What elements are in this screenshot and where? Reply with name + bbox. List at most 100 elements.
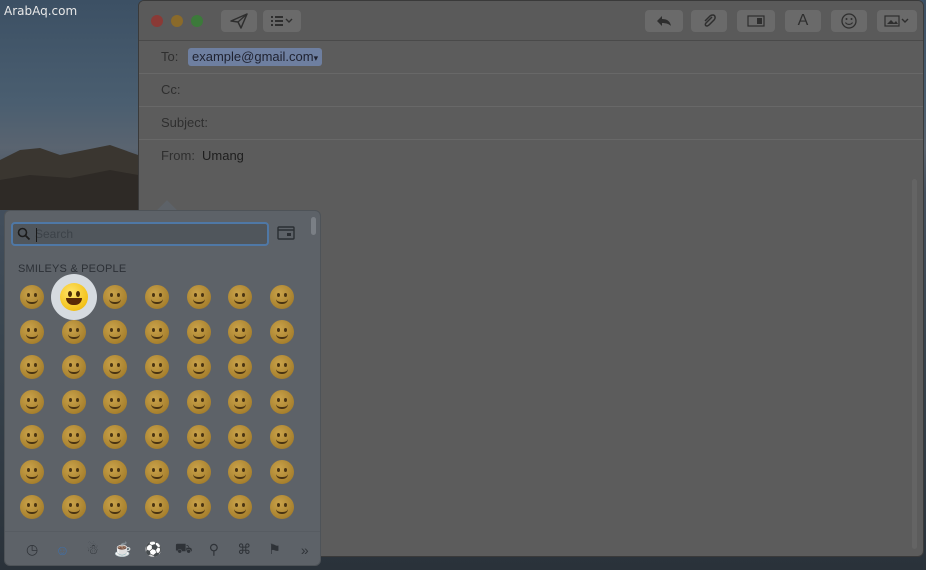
emoji-winking-face[interactable]: [219, 314, 261, 349]
emoji-persevering-face[interactable]: [219, 454, 261, 489]
emoji-face-blowing-kiss[interactable]: [136, 349, 178, 384]
emoji-squinting-face-tongue[interactable]: [94, 384, 136, 419]
reply-button[interactable]: [645, 10, 683, 32]
picker-scrollbar[interactable]: [311, 217, 316, 235]
slightly-frowning-face-icon: [144, 459, 169, 484]
emoji-face-monocle[interactable]: [261, 384, 303, 419]
frowning-face-icon: [186, 459, 211, 484]
emoji-grinning-face[interactable]: [11, 279, 53, 314]
close-window-button[interactable]: [151, 15, 163, 27]
emoji-kissing-smiling-eyes[interactable]: [219, 349, 261, 384]
emoji-upside-down-face[interactable]: [178, 314, 220, 349]
category-tab-soccer-ball[interactable]: ⚽: [138, 538, 168, 562]
emoji-kissing-face[interactable]: [178, 349, 220, 384]
emoji-slightly-smiling-face[interactable]: [94, 314, 136, 349]
search-icon: [17, 227, 31, 241]
emoji-grinning-face-big-eyes[interactable]: [50, 273, 97, 320]
photo-icon: [884, 15, 909, 27]
header-fields-button[interactable]: [263, 10, 301, 32]
emoji-face-with-tongue[interactable]: [53, 384, 95, 419]
category-tab-clock[interactable]: ◷: [17, 538, 47, 562]
emoji-unamused-face[interactable]: [219, 419, 261, 454]
emoji-smirking-face[interactable]: [178, 419, 220, 454]
emoji-relieved-face[interactable]: [261, 314, 303, 349]
emoji-grinning-face-sweat[interactable]: [219, 279, 261, 314]
emoji-smiling-face-halo[interactable]: [136, 314, 178, 349]
emoji-face-tears-of-joy[interactable]: [11, 314, 53, 349]
list-icon: [271, 16, 293, 26]
emoji-button[interactable]: [831, 10, 867, 32]
emoji-smiling-face[interactable]: [11, 349, 53, 384]
kissing-closed-eyes-icon: [269, 354, 294, 379]
subject-row[interactable]: Subject:: [139, 107, 923, 140]
emoji-slightly-frowning-face[interactable]: [136, 454, 178, 489]
from-row[interactable]: From: Umang: [139, 140, 923, 173]
smiling-heart-eyes-icon: [61, 354, 86, 379]
emoji-grinning-face-smiling-eyes[interactable]: [94, 279, 136, 314]
emoji-grinning-squinting-face[interactable]: [178, 279, 220, 314]
emoji-frowning-face[interactable]: [178, 454, 220, 489]
category-tab-more-chevron[interactable]: »: [290, 538, 320, 562]
photo-browser-button[interactable]: [877, 10, 917, 32]
category-tab-car[interactable]: ⛟: [168, 538, 198, 562]
emoji-disappointed-face[interactable]: [261, 419, 303, 454]
zoom-window-button[interactable]: [191, 15, 203, 27]
emoji-pouting-face[interactable]: [261, 489, 303, 524]
category-tab-symbols[interactable]: ⌘: [229, 538, 259, 562]
emoji-search-field[interactable]: [11, 222, 269, 246]
disappointed-face-icon: [269, 424, 294, 449]
emoji-winking-face-tongue[interactable]: [136, 384, 178, 419]
smiley-icon: [841, 13, 857, 29]
send-button[interactable]: [221, 10, 257, 32]
zany-face-icon: [186, 389, 211, 414]
minimize-window-button[interactable]: [171, 15, 183, 27]
category-tab-flag[interactable]: ⚑: [259, 538, 289, 562]
format-button[interactable]: A: [785, 10, 821, 32]
character-viewer-icon: [277, 226, 295, 240]
face-raised-eyebrow-icon: [228, 389, 253, 414]
emoji-smiling-face-sunglasses[interactable]: [53, 419, 95, 454]
emoji-confounded-face[interactable]: [261, 454, 303, 489]
markup-icon: [747, 15, 765, 27]
emoji-pensive-face[interactable]: [11, 454, 53, 489]
flag-icon: ⚑: [268, 541, 281, 557]
emoji-kissing-closed-eyes[interactable]: [261, 349, 303, 384]
smiley-icon: ☺: [55, 541, 70, 558]
from-account[interactable]: Umang: [202, 148, 244, 163]
emoji-loudly-crying-face[interactable]: [178, 489, 220, 524]
emoji-smiling-heart-eyes[interactable]: [53, 349, 95, 384]
emoji-zany-face[interactable]: [178, 384, 220, 419]
emoji-partying-face[interactable]: [136, 419, 178, 454]
emoji-smiling-face-hearts[interactable]: [94, 349, 136, 384]
emoji-face-steam-nose[interactable]: [219, 489, 261, 524]
category-tab-smiley[interactable]: ☺: [47, 538, 77, 562]
emoji-confused-face[interactable]: [94, 454, 136, 489]
grinning-face-smiling-eyes-icon: [103, 284, 128, 309]
emoji-smiling-face-smiling-eyes[interactable]: [53, 314, 95, 349]
recipient-token[interactable]: example@gmail.com▾: [188, 48, 323, 66]
markup-button[interactable]: [737, 10, 775, 32]
emoji-weary-face[interactable]: [53, 489, 95, 524]
emoji-worried-face[interactable]: [53, 454, 95, 489]
category-tab-bear[interactable]: ☃: [78, 538, 108, 562]
emoji-crying-face[interactable]: [136, 489, 178, 524]
emoji-search-input[interactable]: [35, 226, 263, 242]
emoji-pleading-face[interactable]: [94, 489, 136, 524]
rolling-on-floor-laughing-icon: [269, 284, 294, 309]
character-viewer-button[interactable]: [277, 225, 295, 246]
to-row[interactable]: To: example@gmail.com▾: [139, 41, 923, 74]
emoji-rolling-on-floor-laughing[interactable]: [261, 279, 303, 314]
emoji-tired-face[interactable]: [11, 489, 53, 524]
category-tab-food[interactable]: ☕: [108, 538, 138, 562]
cc-row[interactable]: Cc:: [139, 74, 923, 107]
emoji-nerd-face[interactable]: [11, 419, 53, 454]
category-tab-lightbulb[interactable]: ⚲: [199, 538, 229, 562]
clock-icon: ◷: [26, 541, 39, 557]
emoji-star-struck[interactable]: [94, 419, 136, 454]
emoji-face-raised-eyebrow[interactable]: [219, 384, 261, 419]
emoji-beaming-face[interactable]: [136, 279, 178, 314]
symbols-icon: ⌘: [237, 541, 252, 557]
body-scrollbar[interactable]: [912, 179, 917, 549]
emoji-face-savoring-food[interactable]: [11, 384, 53, 419]
attach-button[interactable]: [691, 10, 727, 32]
